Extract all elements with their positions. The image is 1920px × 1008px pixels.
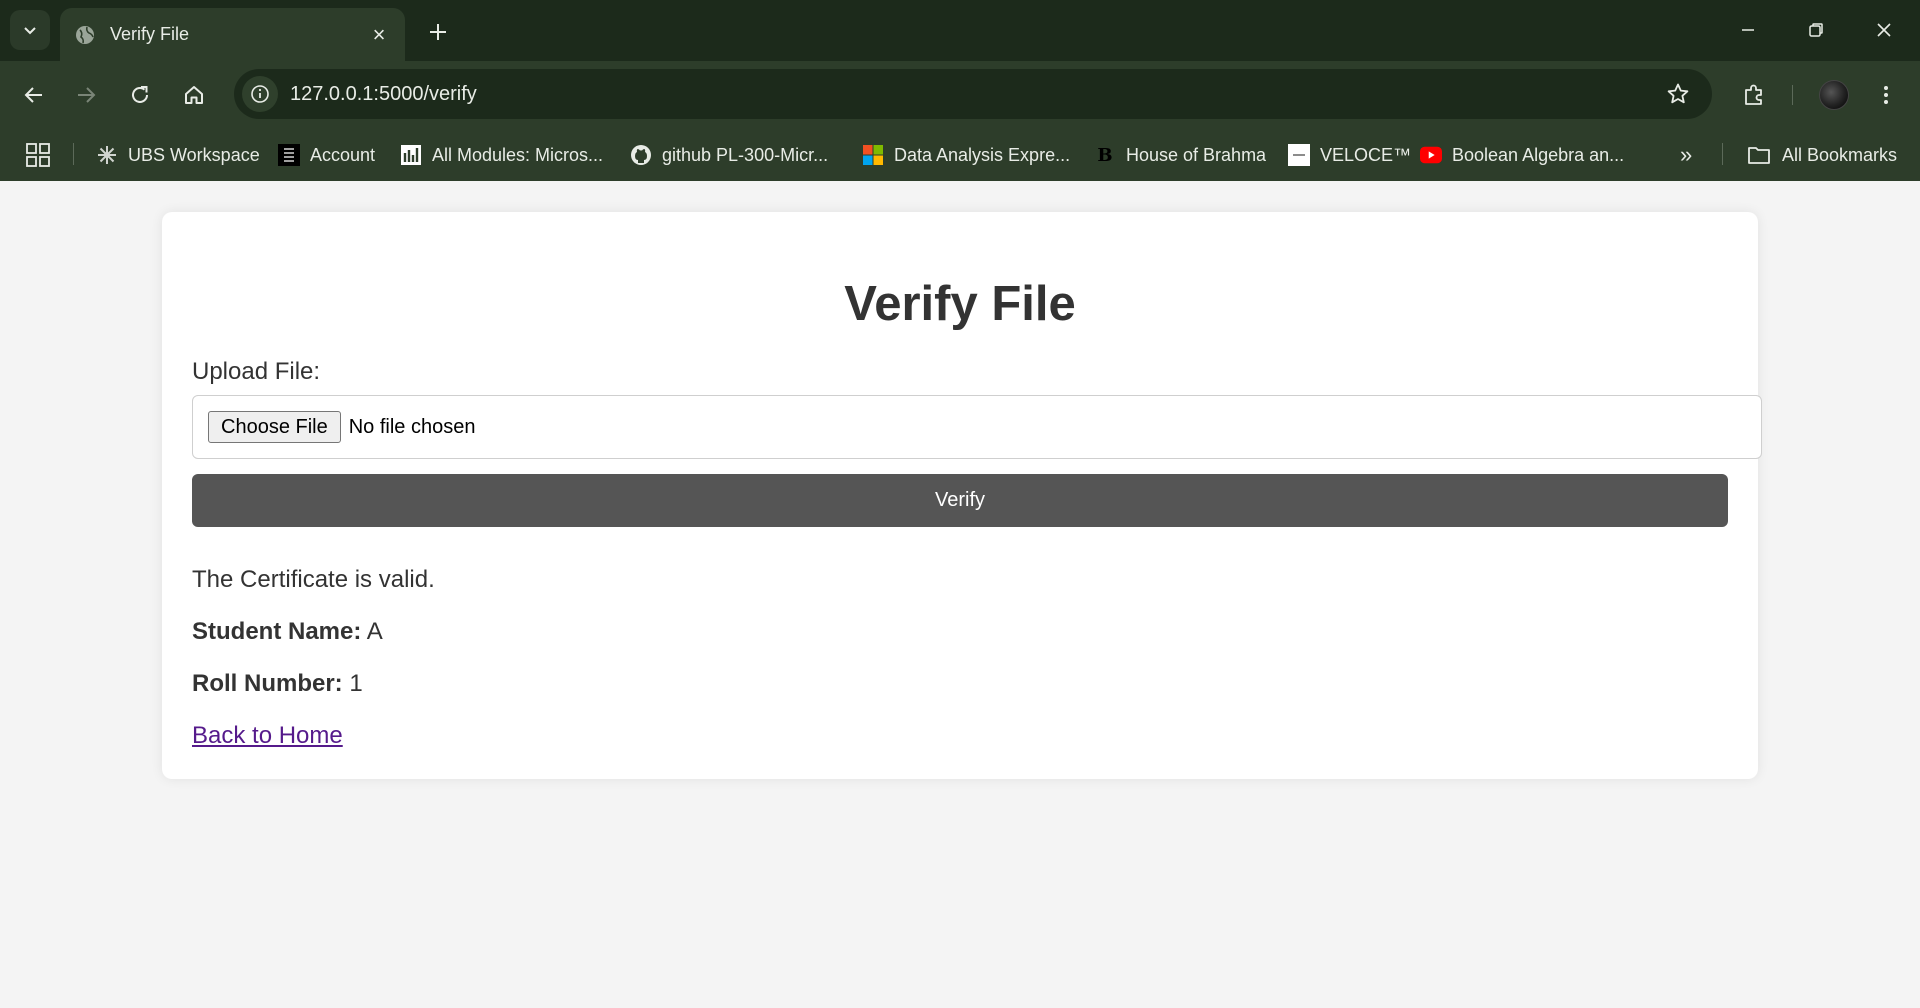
all-bookmarks-button[interactable]: All Bookmarks (1746, 141, 1897, 169)
folder-icon (1746, 144, 1772, 166)
toolbar: 127.0.0.1:5000/verify (0, 61, 1920, 127)
reload-button[interactable] (120, 75, 160, 115)
microsoft-learn-icon (400, 144, 422, 166)
browser-chrome: Verify File × 127.0.0.1:5000/verify UBS … (0, 0, 1920, 181)
star-icon (1667, 83, 1689, 104)
bookmark-house-of-brahma[interactable]: B House of Brahma (1094, 141, 1266, 169)
tab-search-button[interactable] (10, 10, 50, 50)
home-button[interactable] (174, 75, 214, 115)
ubs-icon (96, 144, 118, 166)
close-window-button[interactable] (1860, 12, 1908, 48)
bookmark-label: Boolean Algebra an... (1452, 144, 1625, 165)
verify-card: Verify File Upload File: Choose File No … (162, 212, 1762, 779)
upload-file-label: Upload File: (192, 358, 321, 385)
home-icon (185, 86, 203, 104)
minimize-button[interactable] (1724, 12, 1772, 48)
bookmarks-bar: UBS Workspace Account All Modules: Micro… (0, 127, 1920, 181)
bookmark-github-pl300[interactable]: github PL-300-Micr... (630, 141, 828, 169)
minimize-icon (1742, 29, 1754, 31)
restore-icon (1809, 23, 1823, 37)
kebab-menu-icon (1884, 86, 1888, 104)
url-text[interactable]: 127.0.0.1:5000/verify (290, 83, 1658, 106)
roll-number-row: Roll Number: 1 (192, 670, 363, 698)
microsoft-icon (862, 144, 884, 166)
bookmark-label: Account (310, 144, 376, 165)
bookmark-all-modules[interactable]: All Modules: Micros... (400, 141, 603, 169)
forward-button[interactable] (66, 75, 106, 115)
globe-icon (76, 25, 94, 44)
brahma-icon: B (1097, 144, 1113, 166)
bookmark-ubs-workspace[interactable]: UBS Workspace (96, 141, 260, 169)
bookmark-account[interactable]: Account (278, 141, 375, 169)
bookmark-data-analysis[interactable]: Data Analysis Expre... (862, 141, 1070, 169)
bookmark-boolean-algebra[interactable]: Boolean Algebra an... (1420, 141, 1624, 169)
chevron-down-icon (24, 27, 36, 35)
all-bookmarks-label: All Bookmarks (1782, 144, 1898, 165)
apps-grid-icon[interactable] (24, 141, 52, 169)
bookmark-label: Data Analysis Expre... (894, 144, 1071, 165)
bookmark-star-button[interactable] (1658, 74, 1698, 114)
profile-button[interactable] (1814, 75, 1854, 115)
back-button[interactable] (14, 75, 54, 115)
bookmark-label: All Modules: Micros... (432, 144, 604, 165)
restore-button[interactable] (1792, 12, 1840, 48)
roll-number-value: 1 (349, 670, 363, 697)
youtube-icon (1420, 144, 1442, 166)
bookmarks-divider (73, 143, 74, 165)
extensions-button[interactable] (1734, 75, 1774, 115)
page-title: Verify File (844, 277, 1076, 331)
student-name-value: A (366, 618, 383, 645)
github-icon (630, 144, 652, 166)
student-name-label: Student Name: (192, 618, 362, 645)
site-info-button[interactable] (242, 76, 278, 112)
tab-verify-file[interactable]: Verify File × (60, 8, 405, 61)
toolbar-divider (1792, 85, 1793, 105)
bookmark-label: github PL-300-Micr... (662, 144, 829, 165)
plus-icon (430, 24, 446, 40)
bookmark-label: VELOCE™ (1320, 144, 1412, 165)
file-input[interactable]: Choose File No file chosen (192, 395, 1762, 459)
address-bar[interactable]: 127.0.0.1:5000/verify (234, 69, 1712, 119)
back-to-home-link[interactable]: Back to Home (192, 722, 343, 750)
close-window-icon (1877, 23, 1891, 37)
veloce-icon (1288, 144, 1310, 166)
choose-file-button[interactable]: Choose File (208, 411, 341, 443)
bookmark-label: UBS Workspace (128, 144, 260, 165)
reload-icon (132, 86, 148, 103)
tab-title: Verify File (110, 24, 190, 44)
avatar (1819, 80, 1849, 110)
info-icon (251, 85, 269, 103)
verify-button[interactable]: Verify (192, 474, 1728, 527)
roll-number-label: Roll Number: (192, 670, 343, 697)
menu-button[interactable] (1866, 75, 1906, 115)
tab-bar: Verify File × (0, 0, 1920, 61)
new-tab-button[interactable] (420, 14, 456, 50)
bookmarks-overflow-button[interactable]: » (1680, 141, 1692, 169)
arrow-right-icon (78, 87, 96, 103)
bookmark-veloce[interactable]: VELOCE™ (1288, 141, 1411, 169)
arrow-left-icon (24, 87, 42, 103)
bookmark-label: House of Brahma (1126, 144, 1267, 165)
student-name-row: Student Name: A (192, 618, 383, 646)
file-status-text: No file chosen (348, 415, 476, 438)
chevron-double-right-icon: » (1680, 142, 1693, 167)
close-icon[interactable]: × (367, 22, 391, 47)
verification-status: The Certificate is valid. (192, 566, 435, 593)
bookmarks-divider (1722, 143, 1723, 165)
puzzle-icon (1745, 84, 1762, 105)
house-of-bare-icon (278, 144, 300, 166)
